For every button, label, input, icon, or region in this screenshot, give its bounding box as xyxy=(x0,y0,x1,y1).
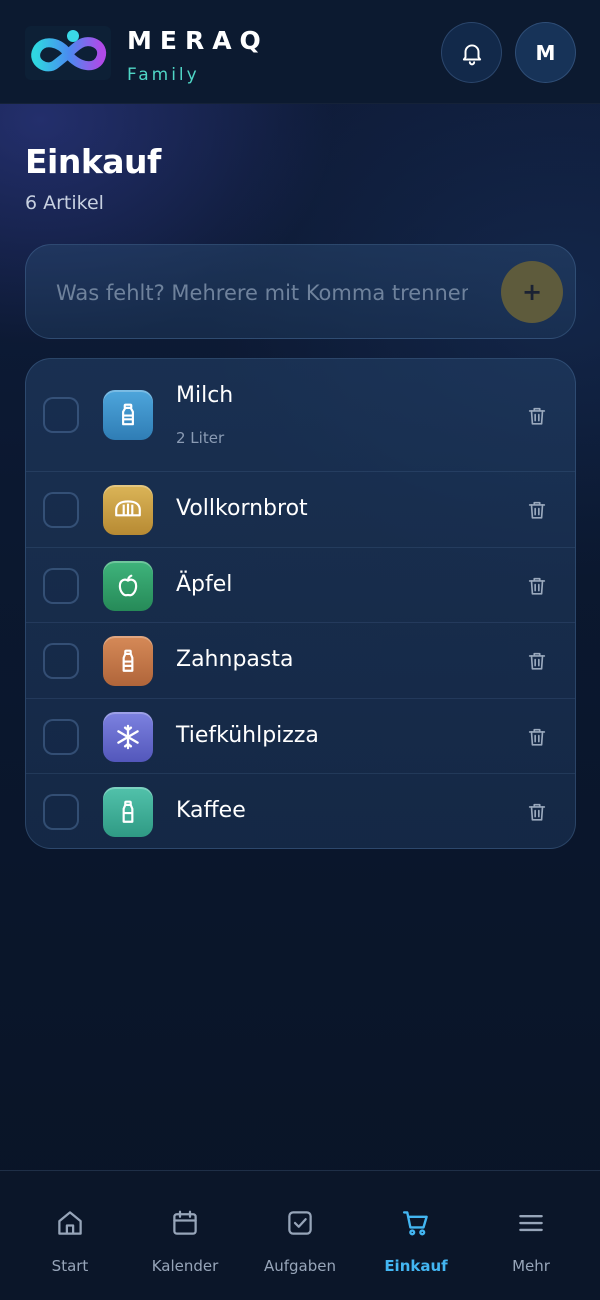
delete-button[interactable] xyxy=(525,574,549,598)
delete-button[interactable] xyxy=(525,649,549,673)
bread-icon xyxy=(103,485,153,535)
item-checkbox[interactable] xyxy=(43,794,79,830)
add-item-box: + xyxy=(25,244,576,339)
cart-icon xyxy=(399,1206,433,1240)
nav-item-start[interactable]: Start xyxy=(10,1171,130,1300)
nav-label: Start xyxy=(51,1257,89,1275)
notifications-button[interactable] xyxy=(441,22,502,83)
trash-icon xyxy=(528,577,546,595)
item-quantity: 2 Liter xyxy=(176,429,225,447)
trash-icon xyxy=(528,803,546,821)
bottle-icon xyxy=(103,636,153,686)
delete-button[interactable] xyxy=(525,498,549,522)
trash-icon xyxy=(528,652,546,670)
milk-bottle-icon xyxy=(103,390,153,440)
add-item-button[interactable]: + xyxy=(501,261,563,323)
nav-label: Aufgaben xyxy=(263,1257,337,1275)
item-name: Äpfel xyxy=(176,572,233,597)
bottle-icon xyxy=(103,787,153,837)
item-name: Vollkornbrot xyxy=(176,496,308,521)
delete-button[interactable] xyxy=(525,800,549,824)
brand-subtitle: Family xyxy=(127,65,200,85)
item-checkbox[interactable] xyxy=(43,397,79,433)
list-item: Äpfel xyxy=(26,548,575,623)
nav-item-aufgaben[interactable]: Aufgaben xyxy=(240,1171,360,1300)
add-item-input[interactable] xyxy=(56,275,468,311)
nav-label: Einkauf xyxy=(384,1257,448,1275)
item-checkbox[interactable] xyxy=(43,719,79,755)
item-name: Tiefkühlpizza xyxy=(176,723,319,748)
apple-icon xyxy=(103,561,153,611)
brand-name: MERAQ xyxy=(127,26,269,55)
item-count: 6 Artikel xyxy=(25,192,104,214)
item-name: Zahnpasta xyxy=(176,647,294,672)
infinity-logo-icon xyxy=(25,26,111,80)
calendar-icon xyxy=(168,1206,202,1240)
trash-icon xyxy=(528,407,546,425)
nav-label: Mehr xyxy=(512,1257,550,1275)
item-checkbox[interactable] xyxy=(43,568,79,604)
trash-icon xyxy=(528,728,546,746)
list-item: Vollkornbrot xyxy=(26,472,575,548)
shopping-list: Milch 2 Liter Vollkornbrot Äpfel Zahnpas… xyxy=(25,358,576,849)
delete-button[interactable] xyxy=(525,725,549,749)
snowflake-icon xyxy=(103,712,153,762)
bottom-navigation: Start Kalender Aufgaben Einkauf Mehr xyxy=(0,1170,600,1300)
item-checkbox[interactable] xyxy=(43,643,79,679)
bell-icon xyxy=(462,43,481,65)
nav-item-mehr[interactable]: Mehr xyxy=(471,1171,591,1300)
home-icon xyxy=(53,1206,87,1240)
list-item: Kaffee xyxy=(26,774,575,848)
item-name: Kaffee xyxy=(176,798,246,823)
user-avatar[interactable]: M xyxy=(515,22,576,83)
list-item: Zahnpasta xyxy=(26,623,575,699)
item-checkbox[interactable] xyxy=(43,492,79,528)
item-name: Milch xyxy=(176,383,234,408)
checkbox-icon xyxy=(283,1206,317,1240)
menu-icon xyxy=(514,1206,548,1240)
trash-icon xyxy=(528,501,546,519)
app-header: MERAQ Family M xyxy=(0,0,600,104)
page-title: Einkauf xyxy=(25,142,161,181)
delete-button[interactable] xyxy=(525,404,549,428)
nav-item-einkauf[interactable]: Einkauf xyxy=(356,1171,476,1300)
nav-item-kalender[interactable]: Kalender xyxy=(125,1171,245,1300)
list-item: Tiefkühlpizza xyxy=(26,699,575,774)
nav-label: Kalender xyxy=(151,1257,219,1275)
list-item: Milch 2 Liter xyxy=(26,359,575,472)
